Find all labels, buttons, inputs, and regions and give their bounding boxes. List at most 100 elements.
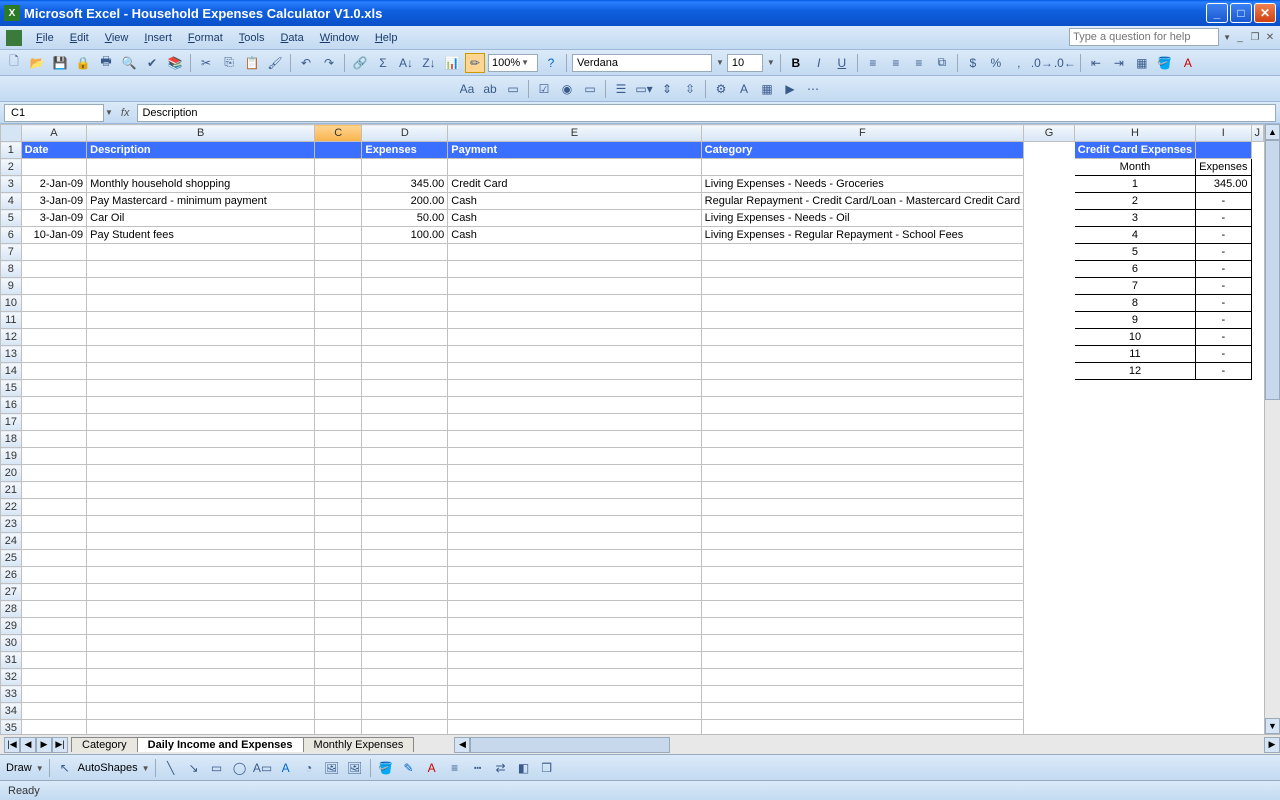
cell-I28[interactable] xyxy=(1196,601,1251,618)
row-header-33[interactable]: 33 xyxy=(1,686,22,703)
col-header-E[interactable]: E xyxy=(448,125,701,142)
cell-D17[interactable] xyxy=(362,414,448,431)
cell-I13[interactable]: - xyxy=(1196,346,1251,363)
cell-D29[interactable] xyxy=(362,618,448,635)
row-header-29[interactable]: 29 xyxy=(1,618,22,635)
cell-F11[interactable] xyxy=(701,312,1023,329)
oval-icon[interactable]: ◯ xyxy=(230,758,250,778)
copy-icon[interactable]: ⎘ xyxy=(219,53,239,73)
increase-indent-icon[interactable]: ⇥ xyxy=(1109,53,1129,73)
cell-J12[interactable] xyxy=(1251,329,1264,346)
cell-A28[interactable] xyxy=(21,601,86,618)
row-header-22[interactable]: 22 xyxy=(1,499,22,516)
cell-F5[interactable]: Living Expenses - Needs - Oil xyxy=(701,210,1023,227)
font-name-box[interactable]: Verdana xyxy=(572,54,712,72)
cell-G31[interactable] xyxy=(1024,652,1075,669)
cell-A23[interactable] xyxy=(21,516,86,533)
cell-B3[interactable]: Monthly household shopping xyxy=(87,176,315,193)
cell-D28[interactable] xyxy=(362,601,448,618)
cell-B13[interactable] xyxy=(87,346,315,363)
toolbar-options-icon[interactable]: ⋯ xyxy=(803,79,823,99)
cell-I26[interactable] xyxy=(1196,567,1251,584)
cell-D33[interactable] xyxy=(362,686,448,703)
cell-J34[interactable] xyxy=(1251,703,1264,720)
row-header-10[interactable]: 10 xyxy=(1,295,22,312)
research-icon[interactable]: 📚 xyxy=(165,53,185,73)
cell-F7[interactable] xyxy=(701,244,1023,261)
cell-E1[interactable]: Payment xyxy=(448,142,701,159)
hscroll-thumb[interactable] xyxy=(470,737,670,753)
cell-G20[interactable] xyxy=(1024,465,1075,482)
diagram-icon[interactable]: ◔ xyxy=(299,758,319,778)
cell-B27[interactable] xyxy=(87,584,315,601)
cell-F22[interactable] xyxy=(701,499,1023,516)
cell-I33[interactable] xyxy=(1196,686,1251,703)
cell-I23[interactable] xyxy=(1196,516,1251,533)
cell-A33[interactable] xyxy=(21,686,86,703)
line-style-icon[interactable]: ≡ xyxy=(445,758,465,778)
scroll-up-icon[interactable]: ▲ xyxy=(1265,124,1280,140)
cell-H28[interactable] xyxy=(1074,601,1195,618)
cell-C10[interactable] xyxy=(315,295,362,312)
row-header-27[interactable]: 27 xyxy=(1,584,22,601)
form-edit-icon[interactable]: ab xyxy=(480,79,500,99)
cell-F14[interactable] xyxy=(701,363,1023,380)
cell-C6[interactable] xyxy=(315,227,362,244)
cell-F8[interactable] xyxy=(701,261,1023,278)
cell-C15[interactable] xyxy=(315,380,362,397)
cell-I9[interactable]: - xyxy=(1196,278,1251,295)
cell-F31[interactable] xyxy=(701,652,1023,669)
cell-I3[interactable]: 345.00 xyxy=(1196,176,1251,193)
cell-C11[interactable] xyxy=(315,312,362,329)
cell-J30[interactable] xyxy=(1251,635,1264,652)
cell-A15[interactable] xyxy=(21,380,86,397)
cell-F4[interactable]: Regular Repayment - Credit Card/Loan - M… xyxy=(701,193,1023,210)
cell-C26[interactable] xyxy=(315,567,362,584)
cell-G19[interactable] xyxy=(1024,448,1075,465)
cell-G34[interactable] xyxy=(1024,703,1075,720)
cell-G18[interactable] xyxy=(1024,431,1075,448)
cell-B21[interactable] xyxy=(87,482,315,499)
sheet-tab-category[interactable]: Category xyxy=(71,737,138,752)
maximize-button[interactable]: □ xyxy=(1230,3,1252,23)
cell-F25[interactable] xyxy=(701,550,1023,567)
cell-D15[interactable] xyxy=(362,380,448,397)
cell-I24[interactable] xyxy=(1196,533,1251,550)
cell-B24[interactable] xyxy=(87,533,315,550)
cell-G9[interactable] xyxy=(1024,278,1075,295)
cell-B11[interactable] xyxy=(87,312,315,329)
row-header-25[interactable]: 25 xyxy=(1,550,22,567)
row-header-19[interactable]: 19 xyxy=(1,448,22,465)
cell-B17[interactable] xyxy=(87,414,315,431)
cell-G25[interactable] xyxy=(1024,550,1075,567)
cell-F13[interactable] xyxy=(701,346,1023,363)
cell-I5[interactable]: - xyxy=(1196,210,1251,227)
row-header-7[interactable]: 7 xyxy=(1,244,22,261)
cell-I4[interactable]: - xyxy=(1196,193,1251,210)
draw-menu[interactable]: Draw ▼ xyxy=(6,762,44,774)
align-center-icon[interactable]: ≡ xyxy=(886,53,906,73)
cell-F18[interactable] xyxy=(701,431,1023,448)
menu-format[interactable]: Format xyxy=(180,30,231,46)
chart-wizard-icon[interactable]: 📊 xyxy=(442,53,462,73)
cell-H8[interactable]: 6 xyxy=(1074,261,1195,278)
cell-H30[interactable] xyxy=(1074,635,1195,652)
picture-icon[interactable]: 🖼 xyxy=(345,758,365,778)
select-all-cell[interactable] xyxy=(1,125,22,142)
cell-H29[interactable] xyxy=(1074,618,1195,635)
menu-view[interactable]: View xyxy=(97,30,137,46)
new-icon[interactable]: 🗋 xyxy=(4,53,24,73)
cell-G26[interactable] xyxy=(1024,567,1075,584)
row-header-17[interactable]: 17 xyxy=(1,414,22,431)
cell-D13[interactable] xyxy=(362,346,448,363)
row-header-18[interactable]: 18 xyxy=(1,431,22,448)
cell-B15[interactable] xyxy=(87,380,315,397)
sheet-tab-daily-income-and-expenses[interactable]: Daily Income and Expenses xyxy=(137,737,304,752)
cell-F30[interactable] xyxy=(701,635,1023,652)
cell-G16[interactable] xyxy=(1024,397,1075,414)
cell-H21[interactable] xyxy=(1074,482,1195,499)
cell-B14[interactable] xyxy=(87,363,315,380)
cell-H11[interactable]: 9 xyxy=(1074,312,1195,329)
decrease-indent-icon[interactable]: ⇤ xyxy=(1086,53,1106,73)
cell-A2[interactable] xyxy=(21,159,86,176)
